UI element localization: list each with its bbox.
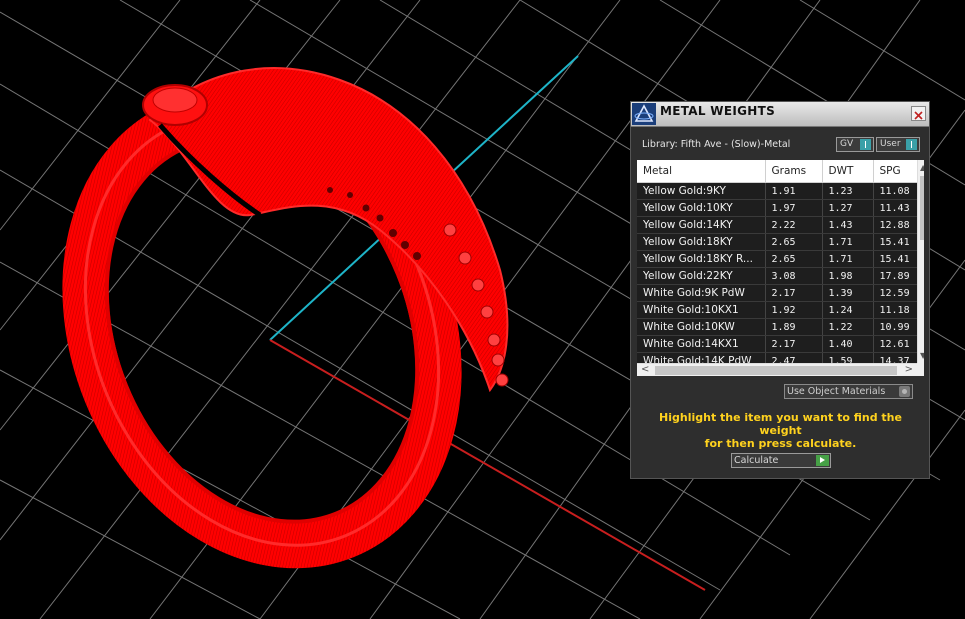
instructions-line-1: Highlight the item you want to find the … — [659, 411, 902, 437]
grams-cell: 3.08 — [765, 267, 823, 285]
app-logo-icon — [632, 103, 656, 125]
dwt-cell: 1.23 — [822, 182, 874, 200]
metal-table-container[interactable]: Metal Grams DWT SPG Yellow Gold:9KY 1.91 1… — [637, 160, 924, 376]
grams-cell: 1.97 — [765, 199, 823, 217]
table-row[interactable]: Yellow Gold:14KY 2.22 1.43 12.88 — [637, 216, 924, 234]
dwt-cell: 1.40 — [822, 335, 874, 353]
dwt-cell: 1.71 — [822, 250, 874, 268]
dwt-cell: 1.98 — [822, 267, 874, 285]
grams-cell: 1.91 — [765, 182, 823, 200]
dwt-cell: 1.22 — [822, 318, 874, 336]
metal-cell: Yellow Gold:14KY — [637, 216, 766, 234]
column-header-dwt[interactable]: DWT — [822, 160, 874, 183]
table-row[interactable]: White Gold:10KX1 1.92 1.24 11.18 — [637, 301, 924, 319]
grams-cell: 2.65 — [765, 250, 823, 268]
metal-cell: Yellow Gold:9KY — [637, 182, 766, 200]
toggle-switch-icon — [860, 139, 871, 150]
dwt-cell: 1.27 — [822, 199, 874, 217]
close-icon[interactable] — [911, 106, 926, 121]
instructions-line-2: for then press calculate. — [704, 437, 857, 450]
table-row[interactable]: Yellow Gold:18KY R... 2.65 1.71 15.41 — [637, 250, 924, 268]
table-row[interactable]: Yellow Gold:9KY 1.91 1.23 11.08 — [637, 182, 924, 200]
dwt-cell: 1.71 — [822, 233, 874, 251]
grams-cell: 1.89 — [765, 318, 823, 336]
table-row[interactable]: White Gold:9K PdW 2.17 1.39 12.59 — [637, 284, 924, 302]
vertical-scroll-thumb[interactable] — [920, 176, 924, 240]
user-toggle[interactable]: User — [876, 137, 920, 152]
vertical-scrollbar[interactable]: ▲ ▼ — [917, 160, 924, 363]
gv-toggle-label: GV — [840, 139, 854, 149]
table-row[interactable]: White Gold:14KX1 2.17 1.40 12.61 — [637, 335, 924, 353]
user-toggle-label: User — [880, 139, 901, 149]
dwt-cell: 1.39 — [822, 284, 874, 302]
calculate-label: Calculate — [734, 455, 779, 466]
metal-cell: White Gold:10KX1 — [637, 301, 766, 319]
arrow-right-icon[interactable]: > — [905, 364, 913, 375]
library-label: Library: Fifth Ave - (Slow)-Metal — [642, 139, 791, 150]
column-header-grams[interactable]: Grams — [765, 160, 823, 183]
grams-cell: 2.22 — [765, 216, 823, 234]
use-object-materials-toggle[interactable]: Use Object Materials — [784, 384, 913, 399]
grams-cell: 2.65 — [765, 233, 823, 251]
grams-cell: 2.17 — [765, 335, 823, 353]
table-row[interactable]: Yellow Gold:10KY 1.97 1.27 11.43 — [637, 199, 924, 217]
instructions-text: Highlight the item you want to find the … — [637, 411, 924, 450]
table-row[interactable]: White Gold:10KW 1.89 1.22 10.99 — [637, 318, 924, 336]
arrow-up-icon[interactable]: ▲ — [920, 163, 924, 172]
column-header-metal[interactable]: Metal — [637, 160, 766, 183]
metal-cell: White Gold:9K PdW — [637, 284, 766, 302]
metal-table: Metal Grams DWT SPG Yellow Gold:9KY 1.91 1… — [637, 160, 924, 370]
metal-cell: White Gold:14KX1 — [637, 335, 766, 353]
horizontal-scrollbar[interactable]: < > — [637, 363, 917, 376]
panel-title: METAL WEIGHTS — [660, 104, 776, 118]
radio-dot-icon — [899, 386, 910, 397]
use-object-materials-label: Use Object Materials — [787, 386, 886, 397]
dwt-cell: 1.24 — [822, 301, 874, 319]
horizontal-scroll-thumb[interactable] — [655, 366, 897, 375]
metal-cell: White Gold:10KW — [637, 318, 766, 336]
calculate-button[interactable]: Calculate — [731, 453, 831, 468]
grams-cell: 2.17 — [765, 284, 823, 302]
dwt-cell: 1.43 — [822, 216, 874, 234]
grams-cell: 1.92 — [765, 301, 823, 319]
table-header-row: Metal Grams DWT SPG — [637, 160, 924, 183]
table-row[interactable]: Yellow Gold:22KY 3.08 1.98 17.89 — [637, 267, 924, 285]
play-arrow-icon — [816, 455, 829, 466]
metal-cell: Yellow Gold:18KY R... — [637, 250, 766, 268]
toggle-switch-icon — [906, 139, 917, 150]
metal-cell: Yellow Gold:10KY — [637, 199, 766, 217]
metal-cell: Yellow Gold:22KY — [637, 267, 766, 285]
table-row[interactable]: Yellow Gold:18KY 2.65 1.71 15.41 — [637, 233, 924, 251]
gv-toggle[interactable]: GV — [836, 137, 874, 152]
panel-titlebar[interactable]: METAL WEIGHTS — [631, 102, 929, 127]
arrow-down-icon[interactable]: ▼ — [920, 351, 924, 360]
metal-cell: Yellow Gold:18KY — [637, 233, 766, 251]
scroll-corner — [917, 363, 924, 376]
arrow-left-icon[interactable]: < — [641, 364, 649, 375]
metal-weights-panel: METAL WEIGHTS Library: Fifth Ave - (Slow… — [630, 101, 930, 479]
